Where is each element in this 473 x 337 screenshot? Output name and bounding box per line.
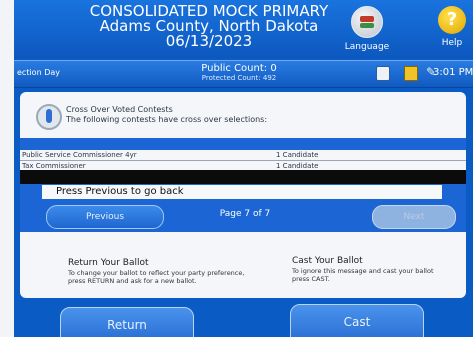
notice-title: Cross Over Voted Contests xyxy=(66,105,173,114)
help-label: Help xyxy=(441,38,463,48)
cast-button[interactable]: Cast xyxy=(290,304,424,337)
crossover-panel: Cross Over Voted Contests The following … xyxy=(20,92,466,298)
cast-ballot-title: Cast Your Ballot xyxy=(292,256,363,266)
notice-text: The following contests have cross over s… xyxy=(66,115,268,124)
protected-count: Protected Count: 492 xyxy=(201,74,277,82)
cast-ballot-text: To ignore this message and cast your bal… xyxy=(292,267,434,283)
contest-name: Public Service Commissioner 4yr xyxy=(22,151,137,159)
status-bar: ection Day Public Count: 0 Protected Cou… xyxy=(14,60,473,88)
return-ballot-title: Return Your Ballot xyxy=(68,258,149,268)
election-title: CONSOLIDATED MOCK PRIMARY Adams County, … xyxy=(54,4,364,49)
return-button[interactable]: Return xyxy=(60,307,194,337)
language-icon xyxy=(351,6,383,38)
page-navigation: Previous Page 7 of 7 Next xyxy=(20,200,466,232)
help-icon: ? xyxy=(438,6,466,34)
ballot-counts: Public Count: 0 Protected Count: 492 xyxy=(164,63,314,83)
contest-selection: 1 Candidate xyxy=(276,151,319,159)
public-count: Public Count: 0 xyxy=(201,63,277,74)
clock: 3:01 PM xyxy=(433,67,473,78)
table-row: Public Service Commissioner 4yr 1 Candid… xyxy=(20,150,466,161)
header: CONSOLIDATED MOCK PRIMARY Adams County, … xyxy=(14,0,473,58)
title-line-3: 06/13/2023 xyxy=(165,32,253,50)
page-indicator: Page 7 of 7 xyxy=(219,209,271,219)
divider-bar xyxy=(20,170,466,184)
voting-screen: CONSOLIDATED MOCK PRIMARY Adams County, … xyxy=(14,0,473,337)
document-icon xyxy=(376,66,390,81)
info-icon xyxy=(36,104,62,130)
election-day-label: ection Day xyxy=(17,68,60,77)
language-label: Language xyxy=(344,42,390,52)
next-button[interactable]: Next xyxy=(372,205,456,229)
previous-instruction: Press Previous to go back xyxy=(42,185,442,199)
previous-button[interactable]: Previous xyxy=(46,205,164,229)
help-button[interactable]: ? Help xyxy=(434,6,470,56)
return-ballot-text: To change your ballot to reflect your pa… xyxy=(68,269,245,285)
save-icon xyxy=(404,66,418,81)
language-button[interactable]: Language xyxy=(340,6,394,56)
